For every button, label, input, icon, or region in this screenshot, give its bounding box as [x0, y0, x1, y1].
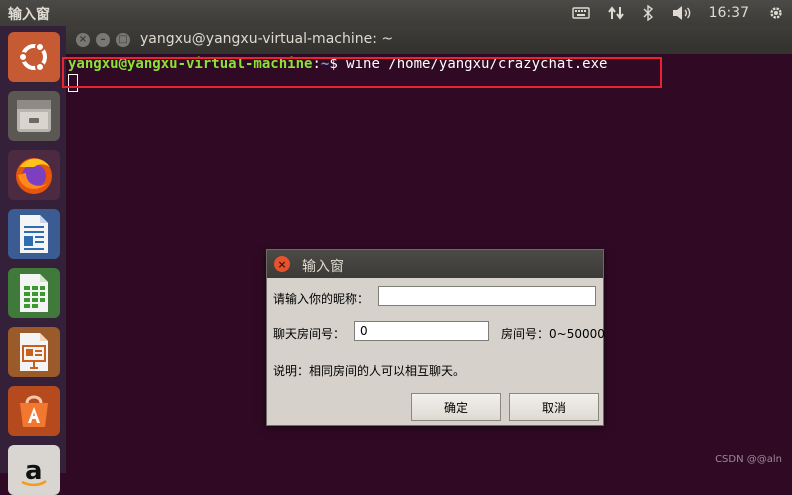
power-gear-icon[interactable] — [768, 5, 784, 21]
svg-text:a: a — [25, 456, 43, 486]
libreoffice-impress-icon[interactable] — [8, 327, 60, 377]
libreoffice-writer-icon[interactable] — [8, 209, 60, 259]
ok-button[interactable]: 确定 — [411, 393, 501, 421]
close-icon[interactable]: × — [274, 256, 290, 272]
system-tray: 16:37 — [563, 0, 792, 26]
bluetooth-icon[interactable] — [642, 5, 654, 21]
maximize-icon[interactable]: □ — [116, 33, 130, 47]
nickname-label: 请输入你的昵称： — [273, 292, 370, 306]
firefox-icon[interactable] — [8, 150, 60, 200]
cancel-button[interactable]: 取消 — [509, 393, 599, 421]
room-input[interactable] — [354, 321, 489, 341]
network-icon[interactable] — [607, 5, 624, 21]
input-dialog: × 输入窗 请输入你的昵称： 聊天房间号： 房间号：0~50000 说明：相同房… — [266, 249, 605, 426]
active-app-title: 输入窗 — [8, 7, 50, 23]
room-range-hint: 房间号：0~50000 — [501, 327, 605, 341]
libreoffice-calc-icon[interactable] — [8, 268, 60, 318]
watermark: CSDN @@aln — [715, 454, 782, 465]
ubuntu-dash-icon[interactable] — [8, 32, 60, 82]
keyboard-icon[interactable] — [571, 6, 590, 20]
volume-icon[interactable] — [672, 5, 692, 21]
terminal-title: yangxu@yangxu-virtual-machine: ~ — [140, 31, 394, 47]
highlight-box — [62, 57, 662, 88]
note-text: 说明：相同房间的人可以相互聊天。 — [273, 364, 466, 378]
amazon-icon[interactable]: a — [8, 445, 60, 495]
close-icon[interactable]: × — [76, 33, 90, 47]
terminal-titlebar: × – □ yangxu@yangxu-virtual-machine: ~ — [66, 26, 792, 54]
software-center-icon[interactable] — [8, 386, 60, 436]
files-icon[interactable] — [8, 91, 60, 141]
dialog-titlebar: × 输入窗 — [267, 250, 603, 278]
minimize-icon[interactable]: – — [96, 33, 110, 47]
clock[interactable]: 16:37 — [709, 5, 749, 21]
room-label: 聊天房间号： — [273, 327, 346, 341]
launcher-sidebar: a — [0, 26, 67, 495]
top-panel: 输入窗 16:37 — [0, 0, 792, 26]
nickname-input[interactable] — [378, 286, 596, 306]
dialog-title: 输入窗 — [302, 259, 344, 275]
